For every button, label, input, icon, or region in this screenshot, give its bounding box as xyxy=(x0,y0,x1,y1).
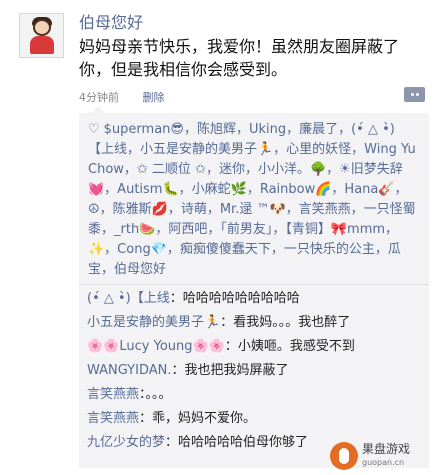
comment-row[interactable]: WANGYIDAN.：我也把我妈屏蔽了 xyxy=(87,361,421,380)
comment-box: ♡ $uperman😎，陈旭辉，Uking，廉晨了，(•́ △ •̀)【上线，小五… xyxy=(79,113,429,468)
watermark-text: 果盘游戏 guopan.cn xyxy=(362,443,410,469)
heart-icon: ♡ xyxy=(88,122,100,137)
comment-box-caret xyxy=(91,106,105,113)
dot-icon xyxy=(415,93,419,96)
comment-text: ：。。。 xyxy=(139,387,172,402)
comment-author[interactable]: WANGYIDAN. xyxy=(87,363,172,378)
comment-text: ：哈哈哈哈哈哈哈哈哈 xyxy=(169,291,300,306)
comment-row[interactable]: 🌸🌸Lucy Young🌸🌸：小姨咂。我感受不到 xyxy=(87,337,421,356)
comments-list: (•́ △ •̀)【上线：哈哈哈哈哈哈哈哈哈 小五是安静的美男子🏃：看我妈。。。… xyxy=(79,285,429,452)
watermark-title: 果盘游戏 xyxy=(362,442,411,456)
comment-text: ：小姨咂。我感受不到 xyxy=(224,339,355,354)
comment-author[interactable]: 言笑燕燕 xyxy=(87,387,139,402)
avatar-head xyxy=(33,19,51,36)
avatar-body xyxy=(30,36,54,54)
comment-row[interactable]: 小五是安静的美男子🏃：看我妈。。。我也醉了 xyxy=(87,313,421,332)
post-time: 4分钟前 xyxy=(79,91,119,104)
post-meta: 4分钟前 删除 xyxy=(79,89,165,105)
author-name[interactable]: 伯母您好 xyxy=(79,9,143,33)
author-avatar[interactable] xyxy=(19,13,64,58)
comment-author[interactable]: 🌸🌸Lucy Young🌸🌸 xyxy=(87,339,225,354)
dot-icon xyxy=(410,93,414,96)
comment-row[interactable]: 言笑燕燕：。。。 xyxy=(87,385,421,404)
comment-text: ：哈哈哈哈哈伯母你够了 xyxy=(165,435,309,450)
watermark: 果盘游戏 guopan.cn xyxy=(330,440,438,472)
comment-author[interactable]: (•́ △ •̀)【上线 xyxy=(87,291,170,306)
watermark-sub: guopan.cn xyxy=(362,458,405,467)
comment-menu-button[interactable] xyxy=(404,87,425,102)
comment-author[interactable]: 小五是安静的美男子🏃 xyxy=(87,315,220,330)
delete-link[interactable]: 删除 xyxy=(143,91,165,104)
likes-names[interactable]: $uperman😎，陈旭辉，Uking，廉晨了，(•́ △ •̀)【上线，小五是… xyxy=(88,122,416,277)
comment-text: ：看我妈。。。我也醉了 xyxy=(220,315,351,330)
comment-author[interactable]: 九亿少女的梦 xyxy=(87,435,165,450)
comment-row[interactable]: (•́ △ •̀)【上线：哈哈哈哈哈哈哈哈哈 xyxy=(87,289,421,308)
likes-list: ♡ $uperman😎，陈旭辉，Uking，廉晨了，(•́ △ •̀)【上线，小五… xyxy=(79,113,429,284)
comment-text: ：我也把我妈屏蔽了 xyxy=(171,363,289,378)
comment-author[interactable]: 言笑燕燕 xyxy=(87,411,139,426)
comment-row[interactable]: 言笑燕燕：乖，妈妈不爱你。 xyxy=(87,409,421,428)
guopan-logo-icon xyxy=(330,442,358,470)
post-text: 妈妈母亲节快乐，我爱你！虽然朋友圈屏蔽了你，但是我相信你会感受到。 xyxy=(79,37,400,79)
comment-text: ：乖，妈妈不爱你。 xyxy=(139,411,257,426)
